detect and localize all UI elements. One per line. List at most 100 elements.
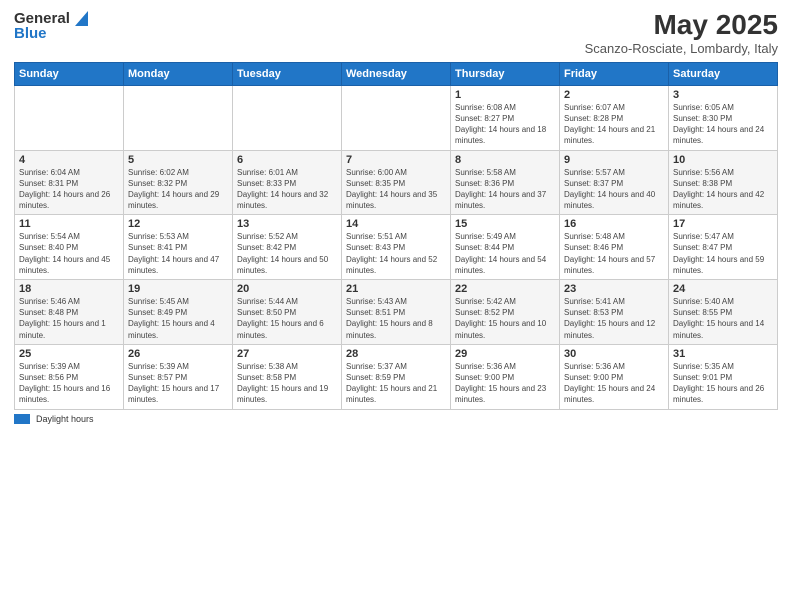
day-info: Sunrise: 5:39 AM Sunset: 8:57 PM Dayligh… bbox=[128, 361, 228, 406]
day-number: 13 bbox=[237, 218, 337, 230]
day-number: 6 bbox=[237, 154, 337, 166]
calendar-cell: 14Sunrise: 5:51 AM Sunset: 8:43 PM Dayli… bbox=[342, 215, 451, 280]
calendar-cell: 8Sunrise: 5:58 AM Sunset: 8:36 PM Daylig… bbox=[451, 150, 560, 215]
calendar-week-row: 1Sunrise: 6:08 AM Sunset: 8:27 PM Daylig… bbox=[15, 85, 778, 150]
calendar-cell bbox=[233, 85, 342, 150]
day-number: 23 bbox=[564, 283, 664, 295]
day-info: Sunrise: 6:02 AM Sunset: 8:32 PM Dayligh… bbox=[128, 167, 228, 212]
calendar-cell: 2Sunrise: 6:07 AM Sunset: 8:28 PM Daylig… bbox=[560, 85, 669, 150]
day-info: Sunrise: 5:48 AM Sunset: 8:46 PM Dayligh… bbox=[564, 231, 664, 276]
calendar-cell: 18Sunrise: 5:46 AM Sunset: 8:48 PM Dayli… bbox=[15, 280, 124, 345]
day-info: Sunrise: 5:49 AM Sunset: 8:44 PM Dayligh… bbox=[455, 231, 555, 276]
calendar-cell: 5Sunrise: 6:02 AM Sunset: 8:32 PM Daylig… bbox=[124, 150, 233, 215]
day-number: 3 bbox=[673, 89, 773, 101]
calendar-subtitle: Scanzo-Rosciate, Lombardy, Italy bbox=[585, 41, 778, 56]
footer: Daylight hours bbox=[14, 414, 778, 424]
weekday-header-saturday: Saturday bbox=[669, 62, 778, 85]
page: General Blue May 2025 Scanzo-Rosciate, L… bbox=[0, 0, 792, 612]
weekday-header-row: SundayMondayTuesdayWednesdayThursdayFrid… bbox=[15, 62, 778, 85]
calendar-week-row: 25Sunrise: 5:39 AM Sunset: 8:56 PM Dayli… bbox=[15, 344, 778, 409]
calendar-cell: 27Sunrise: 5:38 AM Sunset: 8:58 PM Dayli… bbox=[233, 344, 342, 409]
day-info: Sunrise: 5:53 AM Sunset: 8:41 PM Dayligh… bbox=[128, 231, 228, 276]
day-info: Sunrise: 5:35 AM Sunset: 9:01 PM Dayligh… bbox=[673, 361, 773, 406]
day-info: Sunrise: 5:58 AM Sunset: 8:36 PM Dayligh… bbox=[455, 167, 555, 212]
day-info: Sunrise: 5:43 AM Sunset: 8:51 PM Dayligh… bbox=[346, 296, 446, 341]
day-number: 31 bbox=[673, 348, 773, 360]
day-info: Sunrise: 5:57 AM Sunset: 8:37 PM Dayligh… bbox=[564, 167, 664, 212]
day-number: 25 bbox=[19, 348, 119, 360]
calendar-cell: 26Sunrise: 5:39 AM Sunset: 8:57 PM Dayli… bbox=[124, 344, 233, 409]
title-block: May 2025 Scanzo-Rosciate, Lombardy, Ital… bbox=[585, 10, 778, 56]
day-number: 20 bbox=[237, 283, 337, 295]
day-number: 17 bbox=[673, 218, 773, 230]
day-number: 14 bbox=[346, 218, 446, 230]
day-info: Sunrise: 5:38 AM Sunset: 8:58 PM Dayligh… bbox=[237, 361, 337, 406]
calendar-cell: 20Sunrise: 5:44 AM Sunset: 8:50 PM Dayli… bbox=[233, 280, 342, 345]
day-number: 8 bbox=[455, 154, 555, 166]
day-info: Sunrise: 6:07 AM Sunset: 8:28 PM Dayligh… bbox=[564, 102, 664, 147]
logo-blue: Blue bbox=[14, 25, 47, 42]
calendar-cell: 19Sunrise: 5:45 AM Sunset: 8:49 PM Dayli… bbox=[124, 280, 233, 345]
calendar-cell: 16Sunrise: 5:48 AM Sunset: 8:46 PM Dayli… bbox=[560, 215, 669, 280]
calendar-cell: 1Sunrise: 6:08 AM Sunset: 8:27 PM Daylig… bbox=[451, 85, 560, 150]
calendar-cell: 17Sunrise: 5:47 AM Sunset: 8:47 PM Dayli… bbox=[669, 215, 778, 280]
header: General Blue May 2025 Scanzo-Rosciate, L… bbox=[14, 10, 778, 56]
calendar-table: SundayMondayTuesdayWednesdayThursdayFrid… bbox=[14, 62, 778, 410]
day-info: Sunrise: 6:05 AM Sunset: 8:30 PM Dayligh… bbox=[673, 102, 773, 147]
calendar-cell: 6Sunrise: 6:01 AM Sunset: 8:33 PM Daylig… bbox=[233, 150, 342, 215]
weekday-header-tuesday: Tuesday bbox=[233, 62, 342, 85]
weekday-header-sunday: Sunday bbox=[15, 62, 124, 85]
day-number: 18 bbox=[19, 283, 119, 295]
day-number: 27 bbox=[237, 348, 337, 360]
calendar-cell: 15Sunrise: 5:49 AM Sunset: 8:44 PM Dayli… bbox=[451, 215, 560, 280]
daylight-legend-box bbox=[14, 414, 30, 424]
day-number: 10 bbox=[673, 154, 773, 166]
calendar-cell bbox=[124, 85, 233, 150]
day-info: Sunrise: 6:00 AM Sunset: 8:35 PM Dayligh… bbox=[346, 167, 446, 212]
calendar-cell: 3Sunrise: 6:05 AM Sunset: 8:30 PM Daylig… bbox=[669, 85, 778, 150]
day-number: 9 bbox=[564, 154, 664, 166]
calendar-week-row: 11Sunrise: 5:54 AM Sunset: 8:40 PM Dayli… bbox=[15, 215, 778, 280]
day-number: 28 bbox=[346, 348, 446, 360]
calendar-week-row: 4Sunrise: 6:04 AM Sunset: 8:31 PM Daylig… bbox=[15, 150, 778, 215]
calendar-cell: 29Sunrise: 5:36 AM Sunset: 9:00 PM Dayli… bbox=[451, 344, 560, 409]
calendar-cell: 22Sunrise: 5:42 AM Sunset: 8:52 PM Dayli… bbox=[451, 280, 560, 345]
logo: General Blue bbox=[14, 10, 88, 42]
day-number: 11 bbox=[19, 218, 119, 230]
calendar-cell: 24Sunrise: 5:40 AM Sunset: 8:55 PM Dayli… bbox=[669, 280, 778, 345]
calendar-cell: 31Sunrise: 5:35 AM Sunset: 9:01 PM Dayli… bbox=[669, 344, 778, 409]
day-info: Sunrise: 5:37 AM Sunset: 8:59 PM Dayligh… bbox=[346, 361, 446, 406]
day-info: Sunrise: 5:41 AM Sunset: 8:53 PM Dayligh… bbox=[564, 296, 664, 341]
day-info: Sunrise: 5:44 AM Sunset: 8:50 PM Dayligh… bbox=[237, 296, 337, 341]
day-info: Sunrise: 5:42 AM Sunset: 8:52 PM Dayligh… bbox=[455, 296, 555, 341]
calendar-cell: 10Sunrise: 5:56 AM Sunset: 8:38 PM Dayli… bbox=[669, 150, 778, 215]
day-number: 24 bbox=[673, 283, 773, 295]
day-number: 16 bbox=[564, 218, 664, 230]
calendar-cell: 25Sunrise: 5:39 AM Sunset: 8:56 PM Dayli… bbox=[15, 344, 124, 409]
day-info: Sunrise: 5:52 AM Sunset: 8:42 PM Dayligh… bbox=[237, 231, 337, 276]
day-info: Sunrise: 5:36 AM Sunset: 9:00 PM Dayligh… bbox=[455, 361, 555, 406]
day-number: 12 bbox=[128, 218, 228, 230]
day-number: 21 bbox=[346, 283, 446, 295]
calendar-cell: 30Sunrise: 5:36 AM Sunset: 9:00 PM Dayli… bbox=[560, 344, 669, 409]
day-number: 26 bbox=[128, 348, 228, 360]
day-info: Sunrise: 5:40 AM Sunset: 8:55 PM Dayligh… bbox=[673, 296, 773, 341]
calendar-week-row: 18Sunrise: 5:46 AM Sunset: 8:48 PM Dayli… bbox=[15, 280, 778, 345]
day-number: 2 bbox=[564, 89, 664, 101]
daylight-legend-label: Daylight hours bbox=[36, 414, 94, 424]
calendar-cell bbox=[15, 85, 124, 150]
day-info: Sunrise: 5:45 AM Sunset: 8:49 PM Dayligh… bbox=[128, 296, 228, 341]
day-info: Sunrise: 6:08 AM Sunset: 8:27 PM Dayligh… bbox=[455, 102, 555, 147]
day-info: Sunrise: 6:04 AM Sunset: 8:31 PM Dayligh… bbox=[19, 167, 119, 212]
day-number: 4 bbox=[19, 154, 119, 166]
logo-icon bbox=[70, 11, 88, 27]
weekday-header-thursday: Thursday bbox=[451, 62, 560, 85]
calendar-cell: 4Sunrise: 6:04 AM Sunset: 8:31 PM Daylig… bbox=[15, 150, 124, 215]
calendar-cell: 11Sunrise: 5:54 AM Sunset: 8:40 PM Dayli… bbox=[15, 215, 124, 280]
calendar-cell: 23Sunrise: 5:41 AM Sunset: 8:53 PM Dayli… bbox=[560, 280, 669, 345]
day-info: Sunrise: 5:56 AM Sunset: 8:38 PM Dayligh… bbox=[673, 167, 773, 212]
day-info: Sunrise: 5:46 AM Sunset: 8:48 PM Dayligh… bbox=[19, 296, 119, 341]
day-number: 30 bbox=[564, 348, 664, 360]
calendar-cell: 28Sunrise: 5:37 AM Sunset: 8:59 PM Dayli… bbox=[342, 344, 451, 409]
day-number: 22 bbox=[455, 283, 555, 295]
